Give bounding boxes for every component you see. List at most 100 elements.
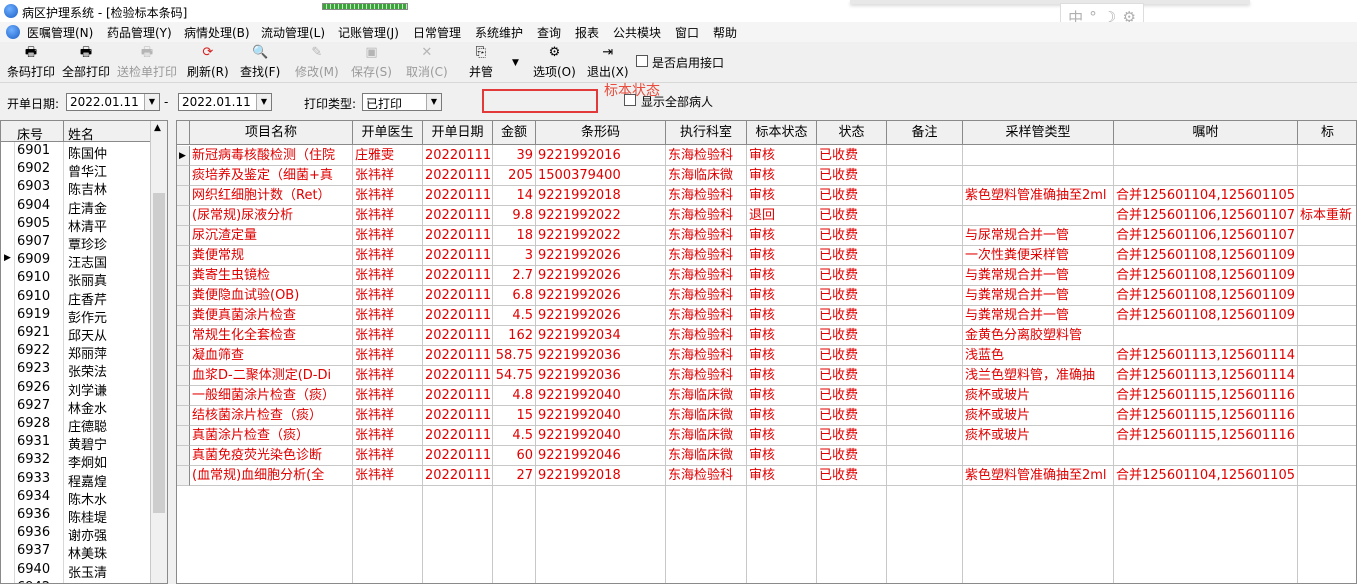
- date-to-picker[interactable]: 2022.01.11 ▼: [178, 93, 272, 111]
- cell-ordering-doctor[interactable]: 张祎祥: [353, 306, 423, 326]
- column-header-bed[interactable]: 床号: [17, 124, 43, 143]
- table-row[interactable]: 尿沉渣定量 张祎祥 20220111 18 9221992022 东海检验科 审核 已收费 与尿…: [177, 226, 1356, 246]
- cell-extra[interactable]: [1298, 166, 1356, 186]
- cell-amount[interactable]: 4.8: [493, 386, 536, 406]
- cell-remark[interactable]: [887, 226, 963, 246]
- menu-condition[interactable]: 病情处理(B): [184, 24, 250, 41]
- row-indicator[interactable]: [177, 306, 190, 326]
- patient-row[interactable]: 6923 张荣法: [1, 361, 151, 380]
- patient-row[interactable]: 6932 李炯如: [1, 452, 151, 471]
- cell-remark[interactable]: [887, 346, 963, 366]
- table-row[interactable]: 粪便隐血试验(OB) 张祎祥 20220111 6.8 9221992026 东海检验科审…: [177, 286, 1356, 306]
- cell-specimen-status[interactable]: 审核: [747, 366, 817, 386]
- cell-barcode[interactable]: 9221992046: [536, 446, 666, 466]
- row-indicator[interactable]: [177, 446, 190, 466]
- chevron-up-icon[interactable]: ▲: [154, 123, 161, 133]
- cell-order-date[interactable]: 20220111: [423, 226, 493, 246]
- table-row[interactable]: 网织红细胞计数（Ret） 张祎祥 20220111 14 9221992018 东海检验科…: [177, 186, 1356, 206]
- cell-barcode[interactable]: 9221992026: [536, 306, 666, 326]
- patient-row[interactable]: 6937 林美珠: [1, 543, 151, 562]
- cell-item-name[interactable]: (尿常规)尿液分析: [190, 206, 353, 226]
- cell-amount[interactable]: 15: [493, 406, 536, 426]
- table-row[interactable]: 一般细菌涂片检查（痰） 张祎祥 20220111 4.8 9221992040 东海临床微…: [177, 386, 1356, 406]
- cell-item-name[interactable]: 真菌涂片检查（痰）: [190, 426, 353, 446]
- cell-barcode[interactable]: 9221992022: [536, 226, 666, 246]
- cell-tube-type[interactable]: 痰杯或玻片: [963, 406, 1114, 426]
- cell-ordering-doctor[interactable]: 张祎祥: [353, 406, 423, 426]
- cell-remark[interactable]: [887, 266, 963, 286]
- patient-row[interactable]: 6922 郑丽萍: [1, 343, 151, 362]
- cell-amount[interactable]: 18: [493, 226, 536, 246]
- cell-exec-dept[interactable]: 东海临床微: [666, 166, 747, 186]
- cell-ordering-doctor[interactable]: 张祎祥: [353, 166, 423, 186]
- cell-specimen-status[interactable]: 审核: [747, 286, 817, 306]
- modify-button[interactable]: ✎ 修改(M): [295, 45, 339, 81]
- cell-amount[interactable]: 58.75: [493, 346, 536, 366]
- column-header-tube-type[interactable]: 采样管类型: [963, 121, 1114, 145]
- cell-amount[interactable]: 4.5: [493, 426, 536, 446]
- cell-status[interactable]: 已收费: [817, 246, 887, 266]
- cell-tube-type[interactable]: 一次性粪便采样管: [963, 246, 1114, 266]
- cell-specimen-status[interactable]: 审核: [747, 406, 817, 426]
- menu-accounting[interactable]: 记账管理(J): [338, 24, 399, 41]
- cell-remark[interactable]: [887, 166, 963, 186]
- cell-specimen-status[interactable]: 审核: [747, 186, 817, 206]
- cell-order-date[interactable]: 20220111: [423, 406, 493, 426]
- merge-tube-button[interactable]: ⎘ 并管: [469, 45, 493, 81]
- cell-specimen-status[interactable]: 审核: [747, 246, 817, 266]
- patient-row[interactable]: 6940 张玉清: [1, 562, 151, 581]
- cell-barcode[interactable]: 9221992040: [536, 406, 666, 426]
- row-indicator[interactable]: [177, 206, 190, 226]
- cell-status[interactable]: 已收费: [817, 386, 887, 406]
- cell-amount[interactable]: 60: [493, 446, 536, 466]
- patient-row[interactable]: 6928 庄德聪: [1, 416, 151, 435]
- patient-row[interactable]: 6905 林清平: [1, 216, 151, 235]
- cell-status[interactable]: 已收费: [817, 406, 887, 426]
- cell-specimen-status[interactable]: 审核: [747, 326, 817, 346]
- chevron-down-icon[interactable]: ▼: [426, 94, 441, 110]
- patient-row[interactable]: 6907 覃珍珍: [1, 234, 151, 253]
- cell-instruction[interactable]: 合并125601108,125601109: [1114, 306, 1298, 326]
- cell-status[interactable]: 已收费: [817, 226, 887, 246]
- cell-instruction[interactable]: [1114, 446, 1298, 466]
- cell-tube-type[interactable]: 痰杯或玻片: [963, 426, 1114, 446]
- cell-specimen-status[interactable]: 审核: [747, 166, 817, 186]
- cell-tube-type[interactable]: 痰杯或玻片: [963, 386, 1114, 406]
- cell-item-name[interactable]: 尿沉渣定量: [190, 226, 353, 246]
- barcode-print-button[interactable]: 🖶 条码打印: [7, 45, 55, 81]
- cancel-button[interactable]: ✕ 取消(C): [406, 45, 448, 81]
- cell-item-name[interactable]: 真菌免疫荧光染色诊断: [190, 446, 353, 466]
- cell-remark[interactable]: [887, 386, 963, 406]
- cell-remark[interactable]: [887, 206, 963, 226]
- cell-barcode[interactable]: 9221992036: [536, 366, 666, 386]
- cell-amount[interactable]: 4.5: [493, 306, 536, 326]
- cell-item-name[interactable]: 结核菌涂片检查（痰）: [190, 406, 353, 426]
- cell-status[interactable]: 已收费: [817, 426, 887, 446]
- table-row[interactable]: 痰培养及鉴定（细菌+真 张祎祥 20220111 205 1500379400 东海临床微…: [177, 166, 1356, 186]
- cell-ordering-doctor[interactable]: 张祎祥: [353, 466, 423, 486]
- patient-row[interactable]: 6936 谢亦强: [1, 525, 151, 544]
- menu-window[interactable]: 窗口: [675, 24, 699, 41]
- column-header-name[interactable]: 姓名: [68, 124, 94, 143]
- table-row[interactable]: (血常规)血细胞分析(全 张祎祥 20220111 27 9221992018 东海检验科…: [177, 466, 1356, 486]
- cell-order-date[interactable]: 20220111: [423, 146, 493, 166]
- column-header-barcode[interactable]: 条形码: [536, 121, 666, 145]
- row-indicator[interactable]: [177, 266, 190, 286]
- cell-status[interactable]: 已收费: [817, 306, 887, 326]
- cell-instruction[interactable]: [1114, 146, 1298, 166]
- cell-exec-dept[interactable]: 东海检验科: [666, 346, 747, 366]
- table-row[interactable]: 粪寄生虫镜检 张祎祥 20220111 2.7 9221992026 东海检验科 审核 已收费…: [177, 266, 1356, 286]
- cell-instruction[interactable]: 合并125601113,125601114: [1114, 366, 1298, 386]
- chevron-down-icon[interactable]: ▼: [256, 94, 271, 110]
- cell-ordering-doctor[interactable]: 张祎祥: [353, 426, 423, 446]
- row-indicator[interactable]: [177, 246, 190, 266]
- cell-ordering-doctor[interactable]: 张祎祥: [353, 366, 423, 386]
- cell-instruction[interactable]: 合并125601104,125601105: [1114, 186, 1298, 206]
- menu-help[interactable]: 帮助: [713, 24, 737, 41]
- cell-amount[interactable]: 54.75: [493, 366, 536, 386]
- cell-ordering-doctor[interactable]: 张祎祥: [353, 286, 423, 306]
- table-row[interactable]: 真菌免疫荧光染色诊断 张祎祥 20220111 60 9221992046 东海临床微 审核…: [177, 446, 1356, 466]
- cell-extra[interactable]: [1298, 466, 1356, 486]
- cell-order-date[interactable]: 20220111: [423, 286, 493, 306]
- cell-ordering-doctor[interactable]: 张祎祥: [353, 326, 423, 346]
